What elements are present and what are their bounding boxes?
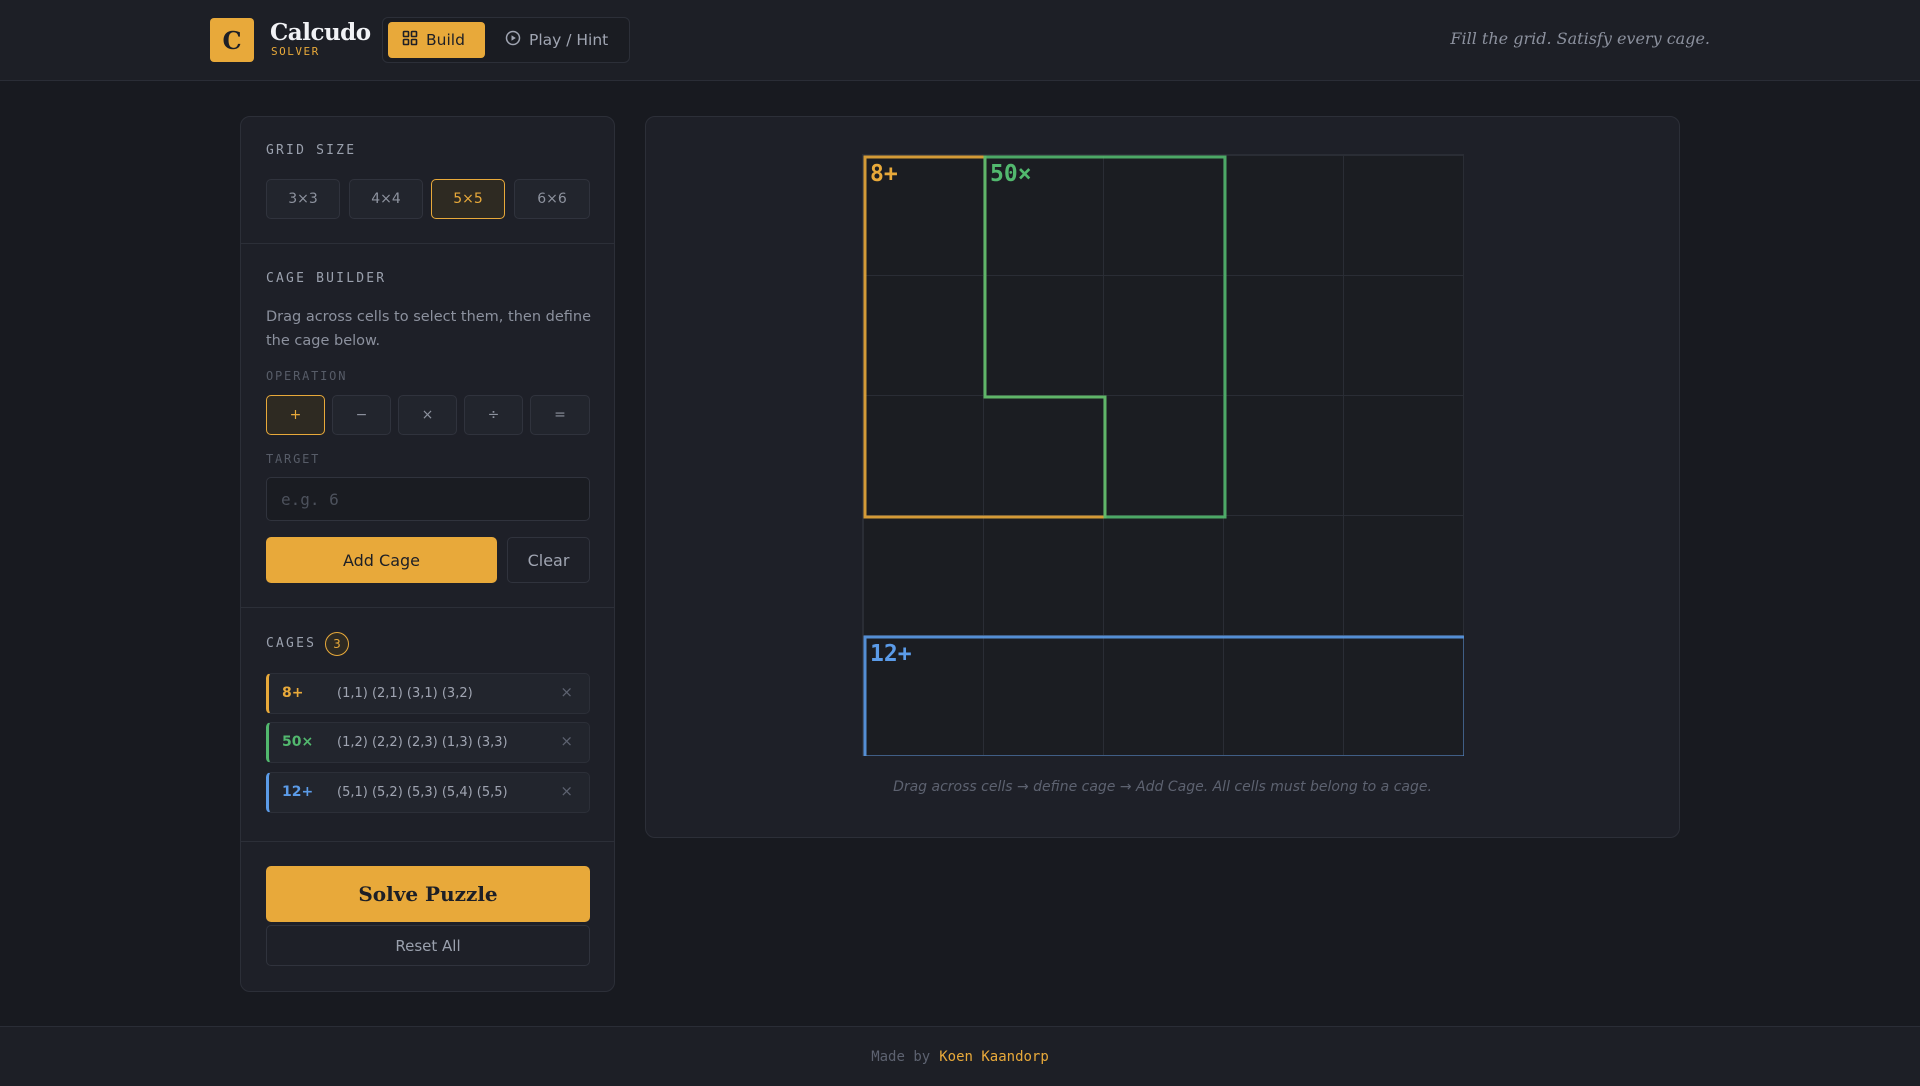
cage-cells: (1,2) (2,2) (2,3) (1,3) (3,3) xyxy=(337,735,508,750)
cage-cells: (5,1) (5,2) (5,3) (5,4) (5,5) xyxy=(337,785,508,800)
footer-author-link[interactable]: Koen Kaandorp xyxy=(939,1049,1049,1065)
cage-label-50-times: 50× xyxy=(990,161,1032,187)
remove-cage-icon[interactable]: × xyxy=(560,732,573,750)
op-multiply-button[interactable]: × xyxy=(398,395,457,435)
grid-cell[interactable] xyxy=(1104,396,1223,515)
puzzle-grid[interactable]: 8+ 50× 12+ xyxy=(862,154,1464,756)
cage-label: 50× xyxy=(282,734,314,750)
build-mode-label: Build xyxy=(426,31,465,49)
grid-cell[interactable] xyxy=(1344,276,1463,395)
grid-size-5x5-button[interactable]: 5×5 xyxy=(431,179,505,219)
app-title: Calcudo xyxy=(270,19,371,46)
remove-cage-icon[interactable]: × xyxy=(560,782,573,800)
puzzle-panel: 8+ 50× 12+ Drag across cells → define ca… xyxy=(645,116,1680,838)
op-equals-button[interactable]: = xyxy=(530,395,590,435)
cage-label: 8+ xyxy=(282,685,304,701)
cage-list-item[interactable]: 8+ (1,1) (2,1) (3,1) (3,2) × xyxy=(266,673,590,714)
op-divide-button[interactable]: ÷ xyxy=(464,395,523,435)
grid-cell[interactable] xyxy=(984,396,1103,515)
cage-list-item[interactable]: 12+ (5,1) (5,2) (5,3) (5,4) (5,5) × xyxy=(266,772,590,813)
grid-cell[interactable] xyxy=(1344,396,1463,515)
grid-size-6x6-button[interactable]: 6×6 xyxy=(514,179,590,219)
grid-cell[interactable] xyxy=(1104,516,1223,635)
cage-builder-heading: CAGE BUILDER xyxy=(266,271,387,286)
app-subtitle: SOLVER xyxy=(271,45,320,58)
grid-size-4x4-button[interactable]: 4×4 xyxy=(349,179,423,219)
play-hint-mode-button[interactable]: Play / Hint xyxy=(491,22,627,58)
cage-builder-help: Drag across cells to select them, then d… xyxy=(266,309,591,349)
target-input[interactable] xyxy=(266,477,590,521)
grid-cell[interactable] xyxy=(1104,636,1223,755)
cage-label-8-plus: 8+ xyxy=(870,161,898,187)
grid-hint: Drag across cells → define cage → Add Ca… xyxy=(893,779,1432,795)
divider xyxy=(241,243,614,244)
grid-cell[interactable] xyxy=(1344,636,1463,755)
grid-cell[interactable] xyxy=(1344,156,1463,275)
divider xyxy=(241,841,614,842)
grid-cell[interactable] xyxy=(1224,276,1343,395)
footer: Made by Koen Kaandorp xyxy=(0,1026,1920,1086)
grid-size-heading: GRID SIZE xyxy=(266,143,357,158)
grid-cell[interactable] xyxy=(1224,396,1343,515)
cage-label-12-plus: 12+ xyxy=(870,641,912,667)
sidebar: GRID SIZE 3×3 4×4 5×5 6×6 CAGE BUILDER D… xyxy=(240,116,615,992)
reset-all-button[interactable]: Reset All xyxy=(266,925,590,966)
mode-toggle: Build Play / Hint xyxy=(382,17,630,63)
footer-made-by: Made by xyxy=(871,1048,931,1065)
grid-icon xyxy=(402,30,418,50)
grid-cell[interactable] xyxy=(1104,156,1223,275)
target-label: TARGET xyxy=(266,452,321,466)
cage-label: 12+ xyxy=(282,784,314,800)
grid-cell[interactable] xyxy=(984,516,1103,635)
grid-cell[interactable] xyxy=(984,276,1103,395)
clear-button[interactable]: Clear xyxy=(507,537,590,583)
cages-heading: CAGES xyxy=(266,636,317,651)
grid-cell[interactable] xyxy=(864,396,983,515)
add-cage-button[interactable]: Add Cage xyxy=(266,537,497,583)
play-hint-mode-label: Play / Hint xyxy=(529,31,609,49)
solve-puzzle-button[interactable]: Solve Puzzle xyxy=(266,866,590,922)
app-header: C Calcudo SOLVER Build Play / Hint Fill … xyxy=(0,0,1920,81)
grid-cell[interactable] xyxy=(1224,156,1343,275)
cage-count-badge: 3 xyxy=(325,632,349,656)
cage-cells: (1,1) (2,1) (3,1) (3,2) xyxy=(337,686,473,701)
op-add-button[interactable]: + xyxy=(266,395,325,435)
op-subtract-button[interactable]: − xyxy=(332,395,391,435)
grid-cell[interactable] xyxy=(864,276,983,395)
cage-list-item[interactable]: 50× (1,2) (2,2) (2,3) (1,3) (3,3) × xyxy=(266,722,590,763)
operation-label: OPERATION xyxy=(266,369,348,383)
divider xyxy=(241,607,614,608)
grid-cell[interactable] xyxy=(1224,516,1343,635)
tagline: Fill the grid. Satisfy every cage. xyxy=(1450,29,1710,48)
grid-cell[interactable] xyxy=(864,516,983,635)
grid-size-3x3-button[interactable]: 3×3 xyxy=(266,179,340,219)
logo-icon: C xyxy=(210,18,254,62)
play-circle-icon xyxy=(505,30,521,50)
grid-cell[interactable] xyxy=(1344,516,1463,635)
build-mode-button[interactable]: Build xyxy=(388,22,485,58)
grid-cell[interactable] xyxy=(1104,276,1223,395)
remove-cage-icon[interactable]: × xyxy=(560,683,573,701)
grid-cell[interactable] xyxy=(1224,636,1343,755)
grid-cell[interactable] xyxy=(984,636,1103,755)
